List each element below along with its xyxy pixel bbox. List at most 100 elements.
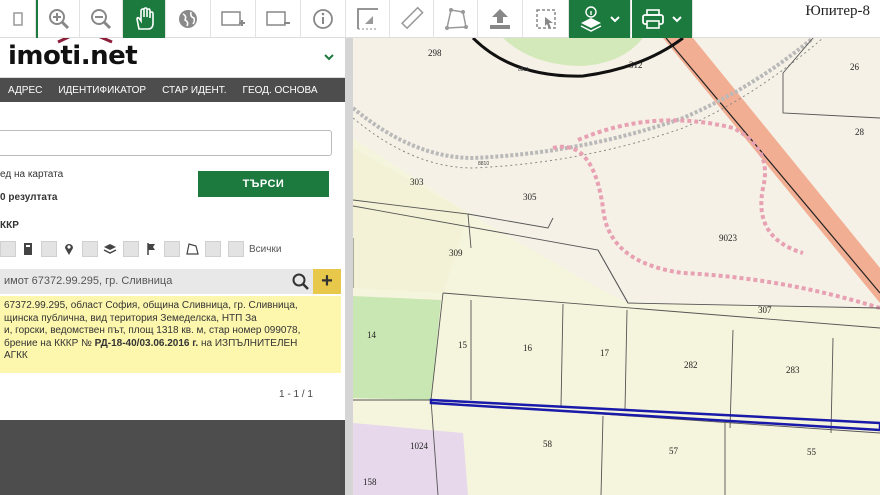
site-logo: imoti.net: [8, 41, 138, 71]
result-header: имот 67372.99.295, гр. Сливница +: [0, 269, 341, 294]
upload-button[interactable]: [478, 0, 523, 38]
map-toolbar: Юпитер-8: [0, 0, 880, 38]
ruler-button[interactable]: [390, 0, 434, 38]
add-window-icon: [221, 11, 245, 26]
cadastral-map[interactable]: 298 312 26 28 303 305 9023 309 307 14 15…: [353, 38, 880, 495]
road-id-label: 8810: [478, 161, 489, 167]
info-button[interactable]: [301, 0, 346, 38]
map-label: 57: [669, 446, 679, 456]
map-label: 55: [807, 447, 817, 457]
filter-checkbox[interactable]: [123, 241, 139, 257]
map-label: 16: [523, 343, 533, 353]
map-green-area: [503, 38, 643, 66]
remove-window-button[interactable]: [256, 0, 301, 38]
result-line-part: брение на КККР №: [4, 337, 92, 349]
map-label: 9023: [719, 233, 738, 243]
plus-icon: +: [321, 270, 333, 292]
map-label: 309: [449, 248, 463, 258]
filter-checkbox[interactable]: [82, 241, 98, 257]
map-label: 26: [850, 62, 860, 72]
result-line: 67372.99.295, област София, община Сливн…: [4, 300, 298, 311]
map-label: 307: [758, 305, 772, 315]
tab-old-identifier[interactable]: СТАР ИДЕНТ.: [154, 85, 234, 96]
filter-checkbox[interactable]: [164, 241, 180, 257]
results-count-label: 0 резултата: [0, 192, 58, 203]
map-label: 28: [855, 127, 865, 137]
map-canvas[interactable]: 298 312 26 28 303 305 9023 309 307 14 15…: [353, 38, 880, 495]
layers-info-icon: [580, 6, 601, 32]
search-button[interactable]: ТЪРСИ: [198, 171, 329, 197]
map-view-checkbox-label[interactable]: ед на картата: [0, 169, 63, 180]
zoom-to-result-button[interactable]: [288, 269, 313, 294]
search-input[interactable]: [0, 130, 332, 156]
result-details: 67372.99.295, област София, община Сливн…: [0, 296, 341, 373]
tab-identifier[interactable]: ИДЕНТИФИКАТОР: [50, 85, 154, 96]
tab-address[interactable]: АДРЕС: [0, 85, 50, 96]
result-title: имот 67372.99.295, гр. Сливница: [4, 275, 173, 287]
zoom-in-button[interactable]: [38, 0, 80, 38]
tab-geodetic-base[interactable]: ГЕОД. ОСНОВА: [235, 85, 326, 96]
measure-coords-icon: [356, 8, 378, 30]
chevron-down-icon: [609, 16, 620, 23]
map-label: 1024: [410, 441, 429, 451]
filter-checkbox[interactable]: [41, 241, 57, 257]
zoom-out-button[interactable]: [80, 0, 123, 38]
search-tabs: АДРЕС ИДЕНТИФИКАТОР СТАР ИДЕНТ. ГЕОД. ОС…: [0, 78, 345, 102]
measure-coords-button[interactable]: [346, 0, 390, 38]
panel-header: imoti.net: [0, 38, 345, 78]
filter-all-label: Всички: [249, 243, 282, 255]
result-line: АГКК: [4, 350, 28, 362]
map-label: 158: [363, 477, 377, 487]
filter-checkbox[interactable]: [0, 241, 16, 257]
pan-hand-icon: [136, 7, 154, 30]
map-label: 17: [600, 348, 610, 358]
globe-icon: [179, 10, 197, 28]
filter-checkbox[interactable]: [205, 241, 221, 257]
collapse-panel-button[interactable]: [323, 51, 335, 65]
map-label: 305: [523, 192, 537, 202]
globe-button[interactable]: [166, 0, 211, 38]
print-dropdown[interactable]: [631, 0, 693, 38]
add-window-button[interactable]: [211, 0, 256, 38]
area-measure-icon: [444, 8, 468, 30]
map-main-road: [663, 38, 880, 303]
search-panel: imoti.net АДРЕС ИДЕНТИФИКАТОР СТАР ИДЕНТ…: [0, 38, 345, 495]
result-line-part: на ИЗПЪЛНИТЕЛЕН: [201, 337, 298, 349]
map-pin-icon[interactable]: [62, 242, 76, 256]
zoom-in-icon: [48, 9, 69, 30]
pan-button[interactable]: [123, 0, 166, 38]
map-label: 58: [543, 439, 553, 449]
info-icon: [313, 9, 333, 29]
map-label: 298: [428, 48, 442, 58]
panel-footer: [0, 420, 345, 495]
remove-window-icon: [266, 11, 290, 26]
building-icon[interactable]: [21, 242, 35, 256]
select-area-button[interactable]: [523, 0, 569, 38]
print-icon: [642, 9, 664, 29]
map-label: 283: [786, 365, 800, 375]
map-label: 282: [684, 360, 698, 370]
zoom-out-icon: [91, 9, 112, 30]
map-label: 303: [410, 177, 424, 187]
ruler-icon: [400, 6, 424, 30]
map-road-edge: [665, 38, 880, 294]
result-line: и, горски, ведомствен път, площ 1318 кв.…: [4, 325, 301, 337]
upload-icon: [490, 9, 510, 29]
watermark-text: Юпитер-8: [805, 3, 870, 19]
result-line: щинска публична, вид територия Земеделск…: [4, 312, 257, 324]
map-label: 312: [629, 60, 643, 70]
filter-row: Всички: [0, 238, 281, 260]
panel-splitter[interactable]: [345, 38, 353, 495]
filter-all-checkbox[interactable]: [228, 241, 244, 257]
map-label: 15: [458, 340, 468, 350]
layers-icon[interactable]: [103, 242, 117, 256]
kkr-label: ККР: [0, 220, 19, 231]
order-number: РД-18-40/03.06.2016 г.: [94, 337, 199, 349]
area-measure-button[interactable]: [434, 0, 478, 38]
pagination: 1 - 1 / 1: [279, 389, 313, 400]
map-green-parcel: [353, 296, 441, 400]
add-result-button[interactable]: +: [313, 269, 341, 294]
flag-icon[interactable]: [144, 242, 158, 256]
layers-info-dropdown[interactable]: [569, 0, 631, 38]
polygon-icon[interactable]: [185, 242, 199, 256]
